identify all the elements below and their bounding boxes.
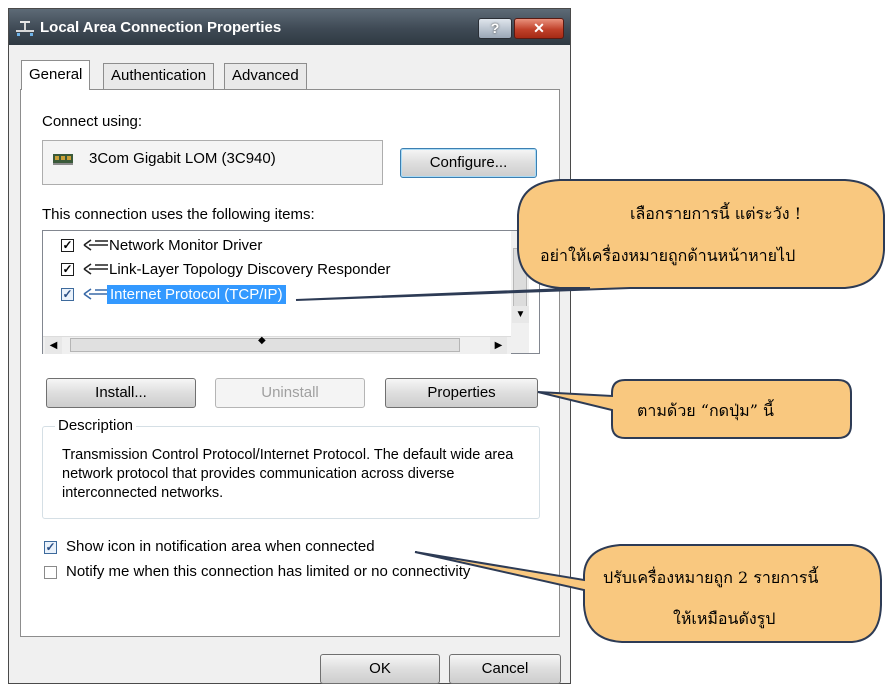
scroll-right-icon[interactable]: ▶ [490, 337, 507, 354]
ok-label: OK [369, 660, 391, 677]
configure-button[interactable]: Configure... [400, 148, 537, 178]
callout-adjust-checks-line2: ให้เหมือนดังรูป [673, 609, 776, 628]
network-adapter-icon [53, 150, 75, 166]
vertical-scroll-thumb[interactable] [513, 248, 527, 308]
uninstall-label: Uninstall [261, 384, 319, 401]
callout-select-item-line1: เลือกรายการนี้ แต่ระวัง ! [630, 204, 802, 223]
protocol-icon [83, 262, 109, 276]
adapter-name: 3Com Gigabit LOM (3C940) [89, 150, 276, 167]
tab-advanced[interactable]: Advanced [224, 63, 307, 89]
configure-label: Configure... [429, 154, 508, 171]
tab-authentication[interactable]: Authentication [103, 63, 215, 89]
item-checkbox-tcpip[interactable]: ✓ [61, 288, 74, 301]
protocol-icon [83, 287, 109, 301]
callout-press-button-text: ตามด้วย “กดปุ่ม” นี้ [637, 401, 774, 420]
item-checkbox-link-layer[interactable]: ✓ [61, 263, 74, 276]
notify-me-label[interactable]: Notify me when this connection has limit… [66, 563, 470, 580]
window-title: Local Area Connection Properties [40, 19, 282, 36]
uninstall-button[interactable]: Uninstall [215, 378, 365, 408]
item-checkbox-network-monitor[interactable]: ✓ [61, 239, 74, 252]
description-legend: Description [55, 417, 137, 434]
list-item-link-layer[interactable]: Link-Layer Topology Discovery Responder [109, 261, 391, 278]
grip-icon: ◆ [258, 335, 266, 346]
show-icon-checkbox[interactable]: ✓ [44, 541, 57, 554]
list-item-tcpip[interactable]: Internet Protocol (TCP/IP) [107, 285, 286, 304]
items-label: This connection uses the following items… [42, 206, 315, 223]
properties-button[interactable]: Properties [385, 378, 538, 408]
help-button[interactable]: ? [478, 18, 512, 39]
cancel-label: Cancel [481, 660, 529, 677]
install-label: Install... [95, 384, 147, 401]
description-text: Transmission Control Protocol/Internet P… [62, 447, 514, 501]
callout-select-item-line2: อย่าให้เครื่องหมายถูกด้านหน้าหายไป [540, 246, 796, 265]
network-icon [15, 18, 35, 38]
protocol-icon [83, 238, 109, 252]
cancel-button[interactable]: Cancel [449, 654, 561, 684]
show-icon-label[interactable]: Show icon in notification area when conn… [66, 538, 375, 555]
callout-adjust-checks-line1: ปรับเครื่องหมายถูก 2 รายการนี้ [603, 568, 819, 587]
scroll-left-icon[interactable]: ◀ [45, 337, 62, 354]
notify-me-checkbox[interactable] [44, 566, 57, 579]
properties-label: Properties [427, 384, 496, 401]
scroll-down-icon[interactable]: ▼ [512, 306, 529, 323]
tab-general[interactable]: General [21, 60, 91, 90]
list-item-network-monitor[interactable]: Network Monitor Driver [109, 237, 262, 254]
connect-using-label: Connect using: [42, 113, 143, 130]
ok-button[interactable]: OK [320, 654, 440, 684]
install-button[interactable]: Install... [46, 378, 196, 408]
close-button[interactable]: ✕ [514, 18, 564, 39]
